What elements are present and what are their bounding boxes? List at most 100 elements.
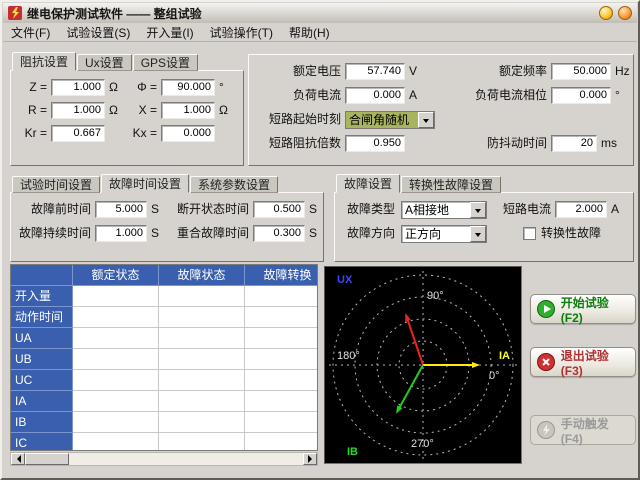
phasor-svg: UX 90° 180° 0° 270° IA IB — [325, 267, 521, 463]
load-phase-field[interactable]: 0.000 — [551, 87, 611, 104]
impedance-factor-field[interactable]: 0.950 — [345, 135, 405, 152]
tab-system-param-settings[interactable]: 系统参数设置 — [190, 176, 278, 193]
fault-type-dropdown-button[interactable] — [470, 202, 486, 218]
table-row: IC — [11, 433, 317, 451]
manual-trigger-label: 手动触发(F4) — [561, 415, 630, 446]
menu-item-test-operation[interactable]: 试验操作(T) — [202, 22, 281, 43]
open-state-time-unit: S — [309, 201, 317, 218]
tab-convertible-fault-settings[interactable]: 转换性故障设置 — [401, 176, 501, 193]
debounce-field[interactable]: 20 — [551, 135, 597, 152]
closing-angle-combo[interactable]: 合闸角随机 — [345, 111, 435, 129]
row-label-uc: UC — [11, 370, 73, 391]
table-cell — [245, 349, 318, 370]
rated-frequency-label: 额定频率 — [435, 63, 547, 80]
table-cell — [245, 433, 318, 451]
ratings-panel: 额定电压 57.740 V 额定频率 50.000 Hz 负荷电流 0.000 … — [248, 54, 634, 166]
tab-gps-settings[interactable]: GPS设置 — [133, 54, 198, 71]
app-window: 继电保护测试软件 —— 整组试验 文件(F) 试验设置(S) 开入量(I) 试验… — [0, 0, 640, 480]
rated-voltage-field[interactable]: 57.740 — [345, 63, 405, 80]
fault-duration-field[interactable]: 1.000 — [95, 225, 147, 242]
fault-type-combo[interactable]: A相接地 — [401, 201, 487, 219]
row-label-ia: IA — [11, 391, 73, 412]
debounce-unit: ms — [601, 135, 617, 152]
table-cell — [159, 349, 245, 370]
load-current-field[interactable]: 0.000 — [345, 87, 405, 104]
fault-tabbody: 故障类型 A相接地 短路电流 2.000 A 故障方向 正方向 转换性故障 — [334, 192, 634, 262]
deg-270-label: 270° — [411, 438, 434, 450]
fault-direction-dropdown-button[interactable] — [470, 226, 486, 242]
tab-ux-settings[interactable]: Ux设置 — [77, 54, 132, 71]
close-button[interactable] — [618, 6, 632, 20]
scroll-thumb[interactable] — [25, 453, 69, 465]
z-unit: Ω — [109, 79, 118, 96]
debounce-label: 防抖动时间 — [435, 135, 547, 152]
menu-item-test-settings[interactable]: 试验设置(S) — [58, 22, 138, 43]
table-cell — [73, 307, 159, 328]
exit-test-button[interactable]: 退出试验(F3) — [530, 347, 636, 377]
table-cell — [245, 391, 318, 412]
chevron-down-icon — [475, 233, 481, 240]
load-phase-unit: ° — [615, 87, 620, 104]
minimize-button[interactable] — [599, 6, 613, 20]
short-current-unit: A — [611, 201, 619, 218]
z-field[interactable]: 1.000 — [51, 79, 105, 96]
menu-item-file[interactable]: 文件(F) — [3, 22, 58, 43]
short-current-label: 短路电流 — [493, 201, 551, 218]
phi-label: Φ = — [123, 79, 157, 96]
tab-fault-time-settings[interactable]: 故障时间设置 — [101, 174, 189, 193]
timing-tabstrip: 试验时间设置 故障时间设置 系统参数设置 — [12, 174, 279, 193]
pre-fault-time-unit: S — [151, 201, 159, 218]
manual-trigger-icon — [536, 420, 556, 440]
closing-angle-dropdown-button[interactable] — [418, 112, 434, 128]
col-fault-transfer: 故障转换 — [245, 265, 318, 286]
rated-frequency-field[interactable]: 50.000 — [551, 63, 611, 80]
table-cell — [73, 391, 159, 412]
r-field[interactable]: 1.000 — [51, 102, 105, 119]
table-cell — [245, 286, 318, 307]
chevron-down-icon — [423, 119, 429, 126]
kx-label: Kx = — [123, 125, 157, 142]
row-label-action-time: 动作时间 — [11, 307, 73, 328]
table-h-scrollbar[interactable] — [10, 452, 318, 466]
scroll-right-button[interactable] — [303, 453, 317, 465]
row-label-ub: UB — [11, 349, 73, 370]
pre-fault-time-field[interactable]: 5.000 — [95, 201, 147, 218]
timing-tabbody: 故障前时间 5.000 S 断开状态时间 0.500 S 故障持续时间 1.00… — [10, 192, 324, 262]
phi-field[interactable]: 90.000 — [161, 79, 215, 96]
fault-direction-combo[interactable]: 正方向 — [401, 225, 487, 243]
convertible-fault-label: 转换性故障 — [541, 225, 601, 242]
tab-test-time-settings[interactable]: 试验时间设置 — [12, 176, 100, 193]
table-cell — [245, 412, 318, 433]
table-cell — [73, 370, 159, 391]
table-row: IB — [11, 412, 317, 433]
open-state-time-field[interactable]: 0.500 — [253, 201, 305, 218]
table-cell — [159, 307, 245, 328]
short-current-field[interactable]: 2.000 — [555, 201, 607, 218]
start-test-button[interactable]: 开始试验(F2) — [530, 294, 636, 324]
tab-impedance-settings[interactable]: 阻抗设置 — [12, 52, 76, 71]
load-current-unit: A — [409, 87, 417, 104]
kx-field[interactable]: 0.000 — [161, 125, 215, 142]
x-field[interactable]: 1.000 — [161, 102, 215, 119]
deg-180-label: 180° — [337, 350, 360, 362]
pre-fault-time-label: 故障前时间 — [13, 201, 91, 218]
scroll-left-button[interactable] — [11, 453, 25, 465]
kr-field[interactable]: 0.667 — [51, 125, 105, 142]
exit-icon — [536, 352, 556, 372]
phasor-vector-ib — [397, 365, 423, 412]
convertible-fault-checkbox[interactable] — [523, 227, 536, 240]
col-rated-state: 额定状态 — [73, 265, 159, 286]
reclose-fault-time-field[interactable]: 0.300 — [253, 225, 305, 242]
fault-direction-label: 故障方向 — [337, 225, 395, 242]
menu-item-help[interactable]: 帮助(H) — [281, 22, 338, 43]
tab-fault-settings[interactable]: 故障设置 — [336, 174, 400, 193]
r-label: R = — [15, 102, 47, 119]
deg-0-label: 0° — [489, 370, 500, 382]
timing-panel: 试验时间设置 故障时间设置 系统参数设置 故障前时间 5.000 S 断开状态时… — [10, 174, 324, 262]
menu-item-binary-input[interactable]: 开入量(I) — [138, 22, 201, 43]
scroll-track[interactable] — [69, 453, 303, 465]
manual-trigger-button[interactable]: 手动触发(F4) — [530, 415, 636, 445]
table-row: 开入量 — [11, 286, 317, 307]
phasor-display: UX 90° 180° 0° 270° IA IB — [324, 266, 522, 464]
rated-voltage-label: 额定电压 — [249, 63, 341, 80]
